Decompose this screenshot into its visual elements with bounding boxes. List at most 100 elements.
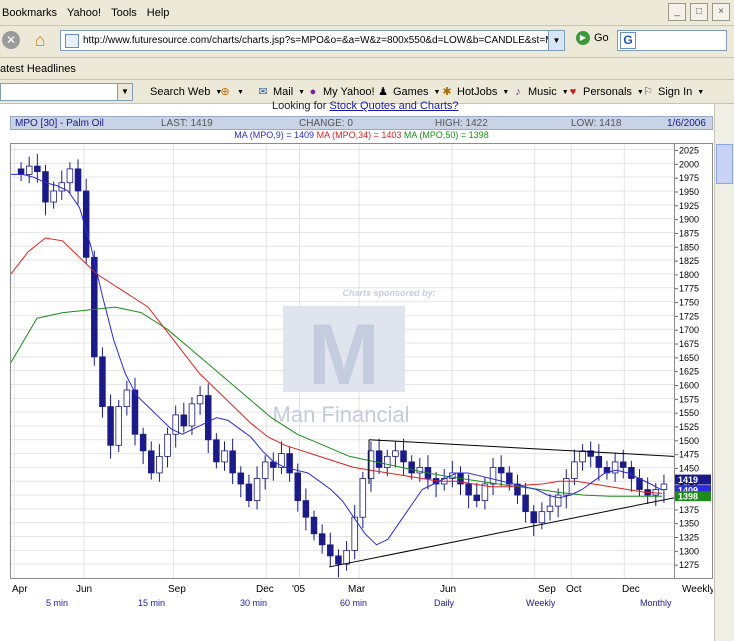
menu-bookmarks[interactable]: Bookmarks	[0, 7, 65, 19]
chart-date: 1/6/2006	[667, 118, 706, 129]
x-tick-label: Dec	[622, 584, 640, 595]
chart-plot-area[interactable]: Charts sponsored by: M Man Financial	[10, 143, 675, 579]
menu-yahoo[interactable]: Yahoo!	[65, 7, 109, 19]
candle-down	[42, 171, 49, 203]
games-button[interactable]: ♟ Games ▼	[376, 84, 440, 100]
latest-headlines-link[interactable]: atest Headlines	[0, 63, 76, 75]
mail-button[interactable]: ✉ Mail ▼	[256, 84, 305, 100]
price-tick-label: 1950	[679, 187, 699, 197]
interval-link: 30 min	[240, 598, 267, 608]
chart-change: CHANGE: 0	[299, 118, 353, 129]
scrollbar-thumb[interactable]	[716, 144, 733, 184]
hotjobs-button[interactable]: ✱ HotJobs ▼	[440, 84, 509, 100]
candle-up	[188, 403, 196, 427]
maximize-button[interactable]: □	[690, 3, 708, 21]
vertical-scrollbar[interactable]	[714, 104, 734, 641]
price-tick-label: 1625	[679, 367, 699, 377]
price-tick-label: 1500	[679, 436, 699, 446]
candle-down	[213, 439, 220, 463]
x-tick-label: Mar	[348, 584, 366, 595]
candle-up	[571, 461, 578, 479]
candle-down	[465, 483, 472, 496]
candle-down	[628, 467, 635, 479]
stock-quotes-link[interactable]: Stock Quotes and Charts?	[329, 100, 458, 112]
menu-bar: Bookmarks Yahoo! Tools Help _ □ ×	[0, 0, 734, 26]
my-yahoo-button[interactable]: ● My Yahoo!	[306, 84, 375, 100]
sign-in-button[interactable]: ⚐ Sign In ▼	[641, 84, 704, 100]
candle-down	[473, 494, 481, 501]
candlestick-chart: Charts sponsored by: M Man Financial	[10, 144, 675, 578]
price-tick-label: 1725	[679, 311, 699, 321]
interval-links: 5 min 15 min 30 min 60 min Daily Weekly Monthl…	[10, 596, 713, 608]
hotjobs-label: HotJobs	[457, 86, 498, 98]
price-tick-label: 1900	[679, 215, 699, 225]
candle-up	[384, 455, 391, 468]
yahoo-search-dropdown[interactable]: ▼	[117, 83, 133, 101]
candle-down	[245, 483, 253, 501]
x-tick-label: '05	[292, 584, 305, 595]
candle-down	[302, 500, 310, 518]
price-tick-label: 1700	[679, 325, 699, 335]
candle-down	[294, 472, 301, 501]
candle-down	[237, 472, 245, 485]
interval-link: 60 min	[340, 598, 367, 608]
menu-tools[interactable]: Tools	[109, 7, 145, 19]
candle-up	[221, 450, 228, 463]
personals-label: Personals	[583, 86, 632, 98]
hotjobs-icon: ✱	[442, 86, 452, 98]
home-icon[interactable]: ⌂	[28, 29, 52, 51]
chevron-down-icon: ▼	[237, 88, 244, 96]
x-tick-label: Apr	[12, 584, 28, 595]
price-tag-label: 1398	[678, 492, 698, 502]
x-tick-label: Weekly	[682, 584, 713, 595]
chevron-down-icon: ▼	[697, 88, 705, 96]
sponsor-text: Charts sponsored by:	[342, 288, 435, 298]
music-button[interactable]: ♪ Music ▼	[511, 84, 568, 100]
back-icon[interactable]: ✕	[2, 31, 20, 49]
interval-link: Weekly	[526, 598, 556, 608]
x-axis-svg: Apr Jun Sep Dec '05 Mar Jun Sep Oct Dec Weekly	[12, 584, 715, 595]
url-input[interactable]: http://www.futuresource.com/charts/chart…	[60, 30, 565, 51]
menu-help[interactable]: Help	[145, 7, 178, 19]
x-tick-label: Dec	[256, 584, 274, 595]
sign-in-label: Sign In	[658, 86, 693, 98]
personals-button[interactable]: ♥ Personals ▼	[566, 84, 644, 100]
candle-down	[99, 356, 106, 408]
close-button[interactable]: ×	[712, 3, 730, 21]
highlight-button[interactable]: ⊕ ▼	[218, 84, 244, 100]
url-dropdown-button[interactable]: ▼	[548, 30, 565, 51]
chart-symbol: MPO [30] - Palm Oil	[15, 118, 104, 129]
chevron-down-icon: ▼	[502, 88, 510, 96]
price-tick-label: 1925	[679, 201, 699, 211]
x-tick-label: Jun	[440, 584, 456, 595]
price-tick-label: 1550	[679, 408, 699, 418]
candle-up	[538, 511, 546, 524]
candle-up	[123, 389, 131, 408]
chart-last: LAST: 1419	[161, 118, 213, 129]
google-search-input[interactable]: G	[617, 30, 727, 51]
address-bar: ✕ ⌂ http://www.futuresource.com/charts/c…	[0, 26, 734, 58]
price-tick-label: 1975	[679, 173, 699, 183]
sponsor-logo-icon: M	[308, 307, 380, 403]
price-tick-label: 1575	[679, 394, 699, 404]
candle-up	[253, 478, 261, 501]
yahoo-search-input[interactable]	[0, 83, 133, 101]
links-bar: atest Headlines	[0, 58, 734, 80]
url-text: http://www.futuresource.com/charts/chart…	[83, 35, 553, 46]
candle-down	[204, 395, 212, 441]
games-label: Games	[393, 86, 429, 98]
price-tick-label: 2025	[679, 146, 699, 156]
price-tick-label: 1825	[679, 256, 699, 266]
go-button[interactable]: ▶ Go	[576, 31, 609, 45]
price-tick-label: 1475	[679, 450, 699, 460]
google-icon: G	[620, 32, 636, 49]
price-tick-label: 1775	[679, 284, 699, 294]
price-tick-label: 2000	[679, 159, 699, 169]
candle-down	[17, 168, 25, 175]
interval-link: Daily	[434, 598, 455, 608]
search-web-button[interactable]: Search Web ▼	[150, 84, 222, 100]
candle-down	[318, 533, 326, 546]
candle-down	[229, 450, 236, 474]
price-scale: 1275130013251350137514001425145014751500…	[675, 143, 713, 579]
minimize-button[interactable]: _	[668, 3, 686, 21]
